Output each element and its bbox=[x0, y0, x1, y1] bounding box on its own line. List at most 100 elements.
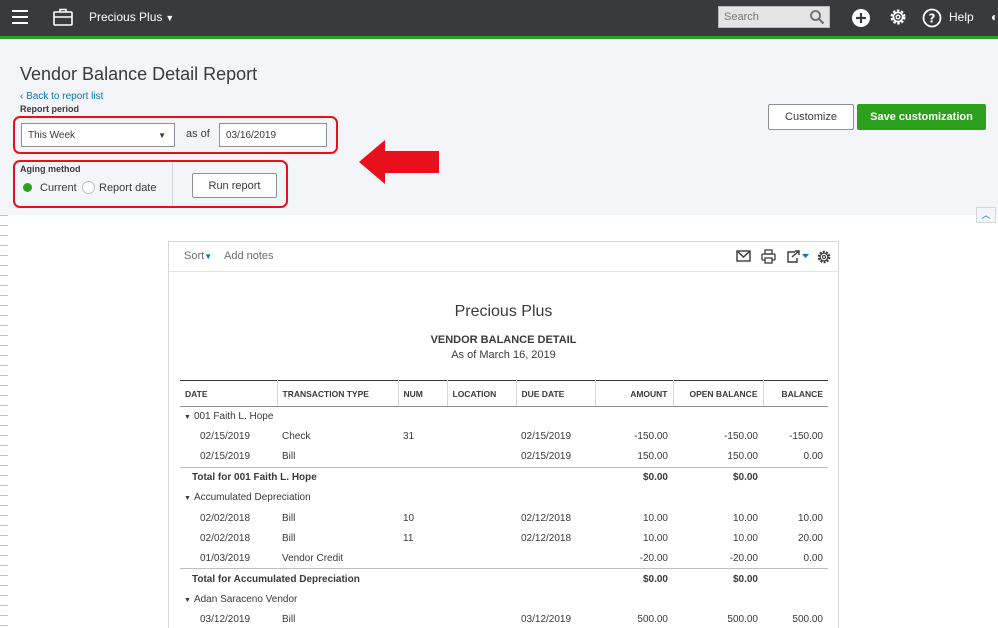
search-icon[interactable] bbox=[809, 9, 825, 30]
cell bbox=[447, 609, 516, 628]
cell: 500.00 bbox=[792, 614, 823, 626]
annotation-box-period bbox=[13, 116, 338, 154]
cell: Bill bbox=[282, 532, 296, 544]
cell: 02/15/2019 bbox=[200, 451, 251, 463]
search-box[interactable] bbox=[718, 6, 830, 28]
sort-label: Sort bbox=[184, 250, 205, 262]
cell bbox=[763, 466, 828, 488]
group-row[interactable]: ▼ Accumulated Depreciation bbox=[180, 488, 828, 508]
hamburger-menu-icon[interactable] bbox=[12, 10, 28, 24]
table-row[interactable]: 02/15/2019 Bill 02/15/2019 150.00 150.00… bbox=[180, 447, 828, 467]
cell: 02/15/2019 bbox=[521, 451, 572, 463]
column-header[interactable]: NUM bbox=[398, 380, 448, 407]
cell bbox=[516, 549, 595, 569]
chevron-up-icon[interactable]: ︿ bbox=[976, 207, 996, 223]
cell: 150.00 bbox=[727, 451, 758, 463]
table-row[interactable]: 02/02/2018 Bill 11 02/12/2018 10.00 10.0… bbox=[180, 528, 828, 548]
cell bbox=[447, 427, 516, 447]
table-row[interactable]: 01/03/2019 Vendor Credit -20.00 -20.00 0… bbox=[180, 549, 828, 569]
cell: 02/15/2019 bbox=[521, 431, 572, 443]
save-customization-button[interactable]: Save customization bbox=[857, 104, 986, 130]
email-icon[interactable] bbox=[736, 249, 751, 268]
cell: -20.00 bbox=[639, 552, 668, 564]
table-header-row: DATE TRANSACTION TYPE NUM LOCATION DUE D… bbox=[180, 380, 828, 407]
cell bbox=[447, 447, 516, 467]
total-amount: $0.00 bbox=[595, 568, 673, 590]
customize-button[interactable]: Customize bbox=[768, 104, 854, 130]
column-header[interactable]: BALANCE bbox=[763, 380, 828, 407]
gear-icon[interactable] bbox=[816, 249, 832, 270]
column-header[interactable]: DUE DATE bbox=[516, 380, 596, 407]
briefcase-icon[interactable] bbox=[53, 8, 73, 31]
help-circle-icon[interactable]: ? bbox=[922, 8, 942, 33]
report-table: DATE TRANSACTION TYPE NUM LOCATION DUE D… bbox=[180, 380, 828, 628]
cell: -20.00 bbox=[729, 552, 758, 564]
table-row[interactable]: 02/15/2019 Check 31 02/15/2019 -150.00 -… bbox=[180, 427, 828, 447]
cell: 02/12/2018 bbox=[521, 532, 572, 544]
gear-icon[interactable] bbox=[888, 7, 908, 32]
cell: -150.00 bbox=[789, 431, 823, 443]
cell: 500.00 bbox=[637, 614, 668, 626]
cell: 11 bbox=[403, 532, 414, 544]
total-amount: $0.00 bbox=[595, 466, 673, 488]
annotation-box-aging bbox=[13, 160, 288, 208]
print-icon[interactable] bbox=[761, 249, 776, 269]
cell: 500.00 bbox=[727, 614, 758, 626]
cell bbox=[763, 568, 828, 590]
group-row[interactable]: ▼ Adan Saraceno Vendor bbox=[180, 589, 828, 609]
total-open-balance: $0.00 bbox=[673, 568, 763, 590]
group-name: 001 Faith L. Hope bbox=[193, 411, 274, 423]
cell: 02/02/2018 bbox=[200, 532, 251, 544]
column-header[interactable]: AMOUNT bbox=[595, 380, 674, 407]
sort-dropdown[interactable]: Sort▼ bbox=[184, 250, 212, 262]
page-title: Vendor Balance Detail Report bbox=[20, 64, 258, 84]
total-open-balance: $0.00 bbox=[673, 466, 763, 488]
report-title: VENDOR BALANCE DETAIL bbox=[430, 334, 577, 346]
plus-circle-icon[interactable] bbox=[851, 8, 871, 33]
back-to-report-list-link[interactable]: ‹ Back to report list bbox=[20, 91, 103, 102]
total-label: Total for 001 Faith L. Hope bbox=[180, 466, 595, 488]
collapse-triangle-icon[interactable]: ▼ bbox=[184, 597, 191, 604]
table-row[interactable]: 02/02/2018 Bill 10 02/12/2018 10.00 10.0… bbox=[180, 508, 828, 528]
cell: Bill bbox=[282, 512, 296, 524]
add-notes-link[interactable]: Add notes bbox=[224, 250, 274, 262]
column-header[interactable]: OPEN BALANCE bbox=[673, 380, 764, 407]
cell: 01/03/2019 bbox=[200, 552, 251, 564]
search-input[interactable] bbox=[719, 7, 805, 27]
total-label: Total for Accumulated Depreciation bbox=[180, 568, 595, 590]
svg-text:?: ? bbox=[929, 12, 936, 26]
cell: 10.00 bbox=[642, 512, 668, 524]
column-header[interactable]: DATE bbox=[180, 380, 278, 407]
total-row: Total for 001 Faith L. Hope $0.00 $0.00 bbox=[180, 466, 828, 488]
cell: 03/12/2019 bbox=[521, 614, 572, 626]
cell: Bill bbox=[282, 614, 296, 626]
cell: 10.00 bbox=[732, 532, 758, 544]
report-date: As of March 16, 2019 bbox=[451, 349, 556, 361]
cell bbox=[398, 609, 447, 628]
group-row[interactable]: ▼ 001 Faith L. Hope bbox=[180, 407, 828, 427]
company-switcher[interactable]: Precious Plus ▼ bbox=[89, 10, 174, 24]
left-edge-guide bbox=[0, 215, 8, 628]
help-label[interactable]: Help bbox=[949, 10, 974, 24]
collapse-triangle-icon[interactable]: ▼ bbox=[184, 495, 191, 502]
collapse-triangle-icon[interactable]: ▼ bbox=[184, 414, 191, 421]
column-header[interactable]: TRANSACTION TYPE bbox=[277, 380, 399, 407]
caret-down-icon: ▼ bbox=[165, 13, 175, 23]
cell: 03/12/2019 bbox=[200, 614, 251, 626]
cell: 20.00 bbox=[797, 532, 823, 544]
cell: 0.00 bbox=[803, 451, 823, 463]
cell bbox=[447, 549, 516, 569]
table-row[interactable]: 03/12/2019 Bill 03/12/2019 500.00 500.00… bbox=[180, 609, 828, 628]
account-icon[interactable]: ◐ bbox=[991, 10, 998, 26]
top-navigation-bar: Precious Plus▼ ? Help ◐ bbox=[0, 0, 998, 36]
cell: Vendor Credit bbox=[282, 552, 344, 564]
cell bbox=[398, 447, 447, 467]
cell bbox=[398, 549, 447, 569]
cell: 10.00 bbox=[642, 532, 668, 544]
export-icon[interactable] bbox=[786, 249, 811, 269]
cell: Bill bbox=[282, 451, 296, 463]
cell: 02/15/2019 bbox=[200, 431, 251, 443]
report-period-label: Report period bbox=[20, 104, 80, 114]
group-name: Accumulated Depreciation bbox=[193, 492, 311, 504]
column-header[interactable]: LOCATION bbox=[447, 380, 517, 407]
